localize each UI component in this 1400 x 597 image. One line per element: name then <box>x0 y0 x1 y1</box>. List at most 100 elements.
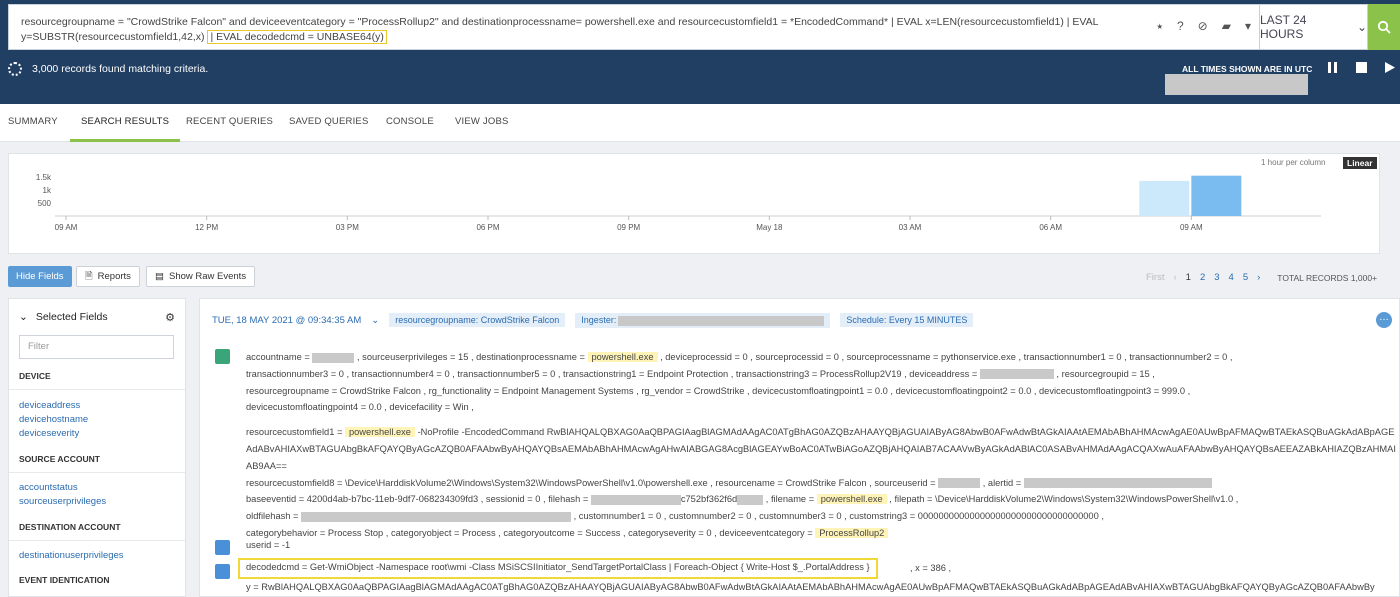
field-text: , alertid = <box>980 477 1024 488</box>
field-text: , filepath = \Device\HarddiskVolume2\Win… <box>886 494 1239 505</box>
redacted-bar <box>737 494 764 505</box>
selected-fields-header[interactable]: ⌄ Selected Fields <box>19 311 108 323</box>
time-range-select[interactable]: LAST 24 HOURS ⌄ <box>1260 4 1368 50</box>
top-banner: resourcegroupname = "CrowdStrike Falcon"… <box>0 0 1400 104</box>
user-icon <box>215 540 230 555</box>
chip-ingester-label: Ingester: <box>581 315 617 325</box>
tab-recent-queries[interactable]: RECENT QUERIES <box>186 104 273 142</box>
hide-fields-button[interactable]: Hide Fields <box>8 266 72 287</box>
field-text: transactionnumber3 = 0 , transactionnumb… <box>246 368 980 379</box>
x-tick-label: 06 AM <box>1039 223 1062 232</box>
chip-schedule[interactable]: Schedule: Every 15 MINUTES <box>840 313 974 328</box>
decoded-value: = Get-WmiObject -Namespace root\wmi -Cla… <box>299 562 870 572</box>
tab-summary[interactable]: SUMMARY <box>8 104 58 142</box>
divider <box>9 389 185 390</box>
redacted-bar <box>590 494 681 505</box>
page-first[interactable]: First <box>1146 272 1164 283</box>
field-text: oldfilehash = <box>246 511 302 522</box>
redacted-bar <box>312 352 355 363</box>
field-row: resourcecustomfield1 = powershell.exe -N… <box>246 424 1396 474</box>
event-header: TUE, 18 MAY 2021 @ 09:34:35 AM ⌄ resourc… <box>212 313 974 328</box>
page-1[interactable]: 1 <box>1186 272 1191 283</box>
gear-icon[interactable]: ⚙ <box>165 311 175 324</box>
show-raw-events-button[interactable]: ▤ Show Raw Events <box>146 266 256 287</box>
star-icon <box>215 564 230 579</box>
raw-events-label: Show Raw Events <box>168 271 247 282</box>
chevron-down-icon: ⌄ <box>19 311 28 323</box>
userid-field: userid = -1 <box>246 540 291 550</box>
x-tick-label: 09 PM <box>617 223 640 232</box>
redacted-bar <box>1023 478 1212 489</box>
page-3[interactable]: 3 <box>1214 272 1219 283</box>
query-input[interactable]: resourcegroupname = "CrowdStrike Falcon"… <box>8 4 1260 50</box>
event-panel: TUE, 18 MAY 2021 @ 09:34:35 AM ⌄ resourc… <box>199 298 1400 597</box>
divider <box>9 540 185 541</box>
search-button[interactable] <box>1368 4 1400 50</box>
event-fields: accountname = , sourceuserprivileges = 1… <box>246 349 1396 542</box>
field-deviceseverity[interactable]: deviceseverity <box>19 428 79 439</box>
y-tick-label: 500 <box>38 199 52 208</box>
y-tick-label: 1.5k <box>36 173 52 182</box>
field-deviceaddress[interactable]: deviceaddress <box>19 400 80 411</box>
page-next-icon[interactable]: › <box>1257 272 1260 283</box>
histogram-bar <box>1191 175 1242 216</box>
field-text: , deviceprocessid = 0 , sourceprocessid … <box>657 352 1233 362</box>
field-text: -NoProfile -EncodedCommand RwBlAHQALQBXA… <box>246 427 1396 471</box>
chip-resourcegroup[interactable]: resourcegroupname: CrowdStrike Falcon <box>389 313 566 328</box>
chip-ingester[interactable]: Ingester: <box>575 313 831 328</box>
x-tick-label: May 18 <box>756 223 783 232</box>
query-text: resourcegroupname = "CrowdStrike Falcon"… <box>21 16 1099 43</box>
field-text: c752bf362f6d <box>680 494 738 505</box>
x-field: , x = 386 , <box>910 563 952 573</box>
share-icon[interactable]: ⭑ <box>1157 19 1163 34</box>
field-text: resourcecustomfield1 = <box>246 427 345 438</box>
field-destinationuserprivileges[interactable]: destinationuserprivileges <box>19 550 124 561</box>
field-row: baseeventid = 4200d4ab-b7bc-11eb-9df7-06… <box>246 491 1396 508</box>
selected-fields-title: Selected Fields <box>35 311 108 323</box>
reports-button[interactable]: 🗎 Reports <box>76 266 140 287</box>
section-source-account: SOURCE ACCOUNT <box>19 454 100 464</box>
page-2[interactable]: 2 <box>1200 272 1205 283</box>
help-icon[interactable]: ? <box>1177 19 1184 34</box>
decodedcmd-field: decodedcmd = Get-WmiObject -Namespace ro… <box>238 558 878 579</box>
field-row: resourcecustomfield8 = \Device\HarddiskV… <box>246 475 1396 492</box>
y-tick-label: 1k <box>43 186 52 195</box>
tab-saved-queries[interactable]: SAVED QUERIES <box>289 104 369 142</box>
records-status: 3,000 records found matching criteria. <box>8 62 208 76</box>
divider <box>9 472 185 473</box>
tab-search-results[interactable]: SEARCH RESULTS <box>70 104 181 142</box>
event-icon <box>215 349 230 364</box>
field-accountstatus[interactable]: accountstatus <box>19 482 78 493</box>
eraser-icon[interactable]: ▰ <box>1222 19 1231 34</box>
block-icon[interactable]: ⊘ <box>1198 19 1208 34</box>
x-tick-label: 09 AM <box>1180 223 1203 232</box>
collapse-icon[interactable]: ▾ <box>1245 19 1251 34</box>
x-tick-label: 12 PM <box>195 223 218 232</box>
page-5[interactable]: 5 <box>1243 272 1248 283</box>
field-text: , filename = <box>763 494 817 505</box>
tab-console[interactable]: CONSOLE <box>386 104 434 142</box>
field-devicehostname[interactable]: devicehostname <box>19 414 88 425</box>
x-tick-label: 09 AM <box>55 223 78 232</box>
stop-icon[interactable] <box>1356 62 1367 73</box>
filter-input[interactable]: Filter <box>19 335 174 359</box>
field-text: , customnumber1 = 0 , customnumber2 = 0 … <box>571 511 1104 522</box>
chevron-down-icon[interactable]: ⌄ <box>371 315 379 326</box>
pause-icon[interactable] <box>1328 62 1338 73</box>
more-options-icon[interactable]: … <box>1376 312 1392 328</box>
page-4[interactable]: 4 <box>1229 272 1234 283</box>
field-sourceuserprivileges[interactable]: sourceuserprivileges <box>19 496 106 507</box>
tab-view-jobs[interactable]: VIEW JOBS <box>455 104 509 142</box>
reports-label: Reports <box>97 271 131 282</box>
pagination: First ‹ 1 2 3 4 5 › TOTAL RECORDS 1,000+ <box>1146 272 1377 283</box>
page-prev-icon[interactable]: ‹ <box>1173 272 1176 283</box>
play-icon[interactable] <box>1385 62 1395 73</box>
histogram-chart: 1 hour per column Linear 1.5k 1k 500 09 AM 1… <box>8 153 1380 254</box>
time-range-label: LAST 24 HOURS <box>1260 13 1307 41</box>
field-row: oldfilehash = , customnumber1 = 0 , cust… <box>246 508 1396 525</box>
total-records: TOTAL RECORDS 1,000+ <box>1277 272 1378 283</box>
field-text: categorybehavior = Process Stop , catego… <box>246 527 816 538</box>
event-timestamp[interactable]: TUE, 18 MAY 2021 @ 09:34:35 AM <box>212 315 361 326</box>
search-icon <box>1377 20 1391 34</box>
field-row: transactionnumber3 = 0 , transactionnumb… <box>246 366 1396 383</box>
